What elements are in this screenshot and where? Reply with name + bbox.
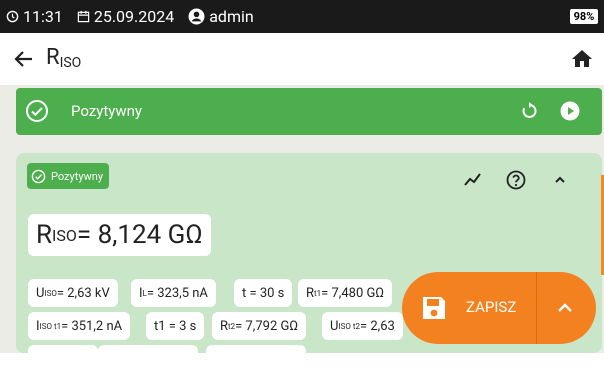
param-chip: Rt2 = 7,792 GΩ xyxy=(212,312,307,340)
main-result: R ISO = 8,124 GΩ xyxy=(28,214,211,256)
param-chip: t = 30 s xyxy=(234,279,293,307)
save-icon xyxy=(423,297,445,319)
param-chip: t1 = 3 s xyxy=(146,312,205,340)
param-chip: IL = 323,5 nA xyxy=(131,279,216,307)
chevron-up-icon[interactable] xyxy=(549,169,571,191)
check-circle-icon xyxy=(26,100,48,122)
fab-divider xyxy=(536,272,537,344)
param-chip: I ISO t1 = 351,2 nA xyxy=(28,312,131,340)
result-banner: Pozytywny xyxy=(16,88,602,135)
banner-status: Pozytywny xyxy=(71,102,143,120)
save-button-label: ZAPISZ xyxy=(466,298,517,316)
page-title: RISO xyxy=(46,45,82,71)
chart-icon[interactable] xyxy=(462,169,484,191)
status-bar: 11:31 25.09.2024 admin 98% xyxy=(0,0,604,33)
clock-icon xyxy=(6,10,19,23)
app-bar: RISO xyxy=(0,33,604,85)
save-fab[interactable]: ZAPISZ xyxy=(402,272,596,344)
status-date: 25.09.2024 xyxy=(93,7,175,26)
battery-indicator: 98% xyxy=(570,9,598,24)
param-chip: U ISO t2 = 2,63 xyxy=(322,312,403,340)
check-circle-icon xyxy=(31,169,46,183)
user-icon xyxy=(188,8,205,25)
param-chip xyxy=(28,345,98,373)
status-time: 11:31 xyxy=(23,7,63,26)
help-icon[interactable] xyxy=(505,169,527,191)
play-icon[interactable] xyxy=(560,101,580,121)
calendar-icon xyxy=(77,10,90,23)
back-arrow-icon[interactable] xyxy=(12,47,36,71)
param-chip: U ISO = 2,63 kV xyxy=(28,279,118,307)
chevron-up-icon[interactable] xyxy=(553,296,577,320)
status-badge: Pozytywny xyxy=(27,163,110,189)
param-chip xyxy=(206,345,306,373)
param-chip: Rt1 = 7,480 GΩ xyxy=(298,279,393,307)
param-chip xyxy=(98,345,198,373)
refresh-icon[interactable] xyxy=(520,102,538,120)
home-icon[interactable] xyxy=(570,47,594,71)
status-user: admin xyxy=(209,7,254,26)
badge-label: Pozytywny xyxy=(51,169,104,183)
